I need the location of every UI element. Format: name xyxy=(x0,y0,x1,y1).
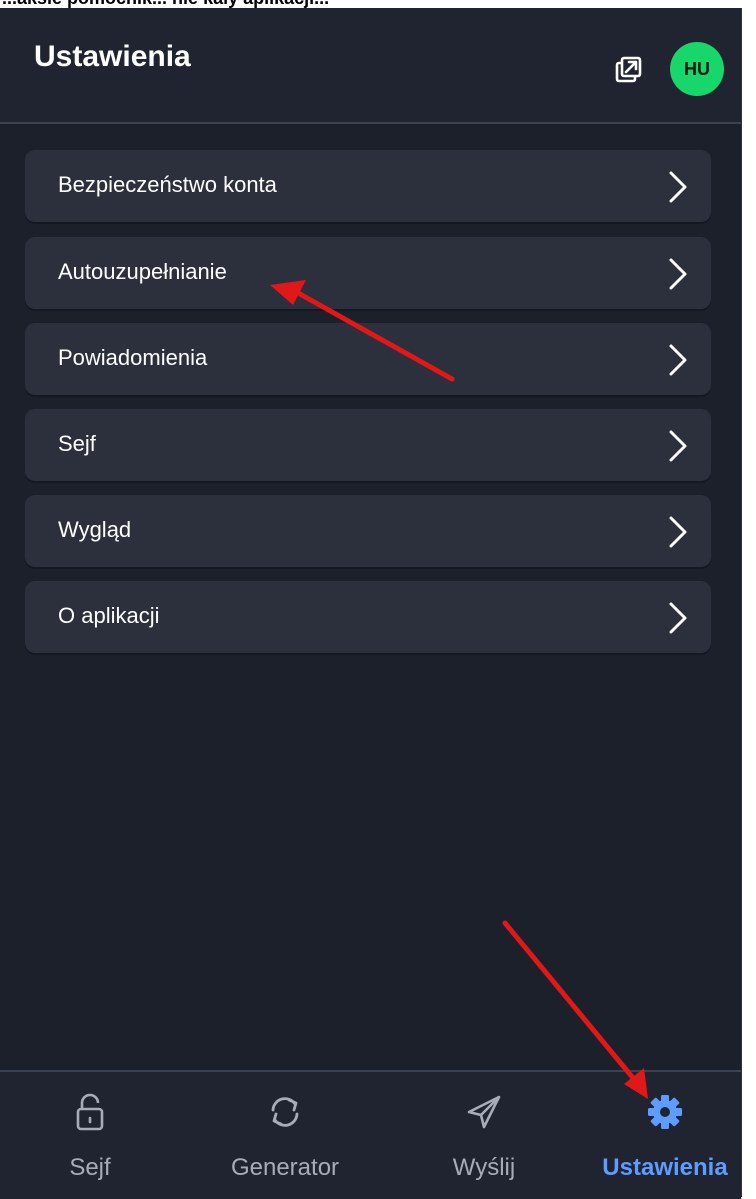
nav-label: Sejf xyxy=(69,1154,111,1181)
menu-item-appearance[interactable]: Wygląd xyxy=(25,495,711,567)
page-title: Ustawienia xyxy=(34,40,191,73)
nav-label: Wyślij xyxy=(452,1154,516,1181)
header: Ustawienia HU xyxy=(0,8,741,124)
chevron-right-icon xyxy=(669,344,687,376)
menu-item-account-security[interactable]: Bezpieczeństwo konta xyxy=(25,150,711,222)
bottom-nav: Sejf Generator Wyślij Ustawienia xyxy=(0,1070,741,1199)
chevron-right-icon xyxy=(669,171,687,203)
nav-tab-generator[interactable]: Generator xyxy=(205,1072,365,1199)
menu-item-label: Sejf xyxy=(58,431,96,456)
menu-item-label: Wygląd xyxy=(58,517,132,542)
menu-item-label: O aplikacji xyxy=(58,603,160,628)
menu-item-label: Bezpieczeństwo konta xyxy=(58,172,277,197)
top-caption: ...aksie pomocnik... nie kaiy aplikacji.… xyxy=(2,0,329,8)
menu-item-label: Autouzupełnianie xyxy=(58,259,227,284)
settings-app: Ustawienia HU Bezpieczeństwo konta Autou… xyxy=(0,8,742,1199)
chevron-right-icon xyxy=(669,516,687,548)
gear-icon xyxy=(648,1095,682,1129)
menu-item-label: Powiadomienia xyxy=(58,345,208,370)
nav-tab-vault[interactable]: Sejf xyxy=(40,1072,140,1199)
menu-item-notifications[interactable]: Powiadomienia xyxy=(25,323,711,395)
chevron-right-icon xyxy=(669,430,687,462)
nav-label: Generator xyxy=(230,1154,340,1181)
nav-tab-settings[interactable]: Ustawienia xyxy=(580,1072,750,1199)
nav-tab-send[interactable]: Wyślij xyxy=(424,1072,544,1199)
menu-item-about[interactable]: O aplikacji xyxy=(25,581,711,653)
avatar[interactable]: HU xyxy=(670,42,724,96)
popout-icon[interactable] xyxy=(612,54,644,86)
refresh-icon xyxy=(271,1097,299,1127)
nav-label: Ustawienia xyxy=(602,1154,728,1181)
chevron-right-icon xyxy=(669,258,687,290)
send-icon xyxy=(467,1095,501,1129)
top-caption-strip: ...aksie pomocnik... nie kaiy aplikacji.… xyxy=(0,0,756,8)
lock-icon xyxy=(76,1093,104,1131)
menu-item-autofill[interactable]: Autouzupełnianie xyxy=(25,237,711,309)
menu-item-vault[interactable]: Sejf xyxy=(25,409,711,481)
chevron-right-icon xyxy=(669,602,687,634)
